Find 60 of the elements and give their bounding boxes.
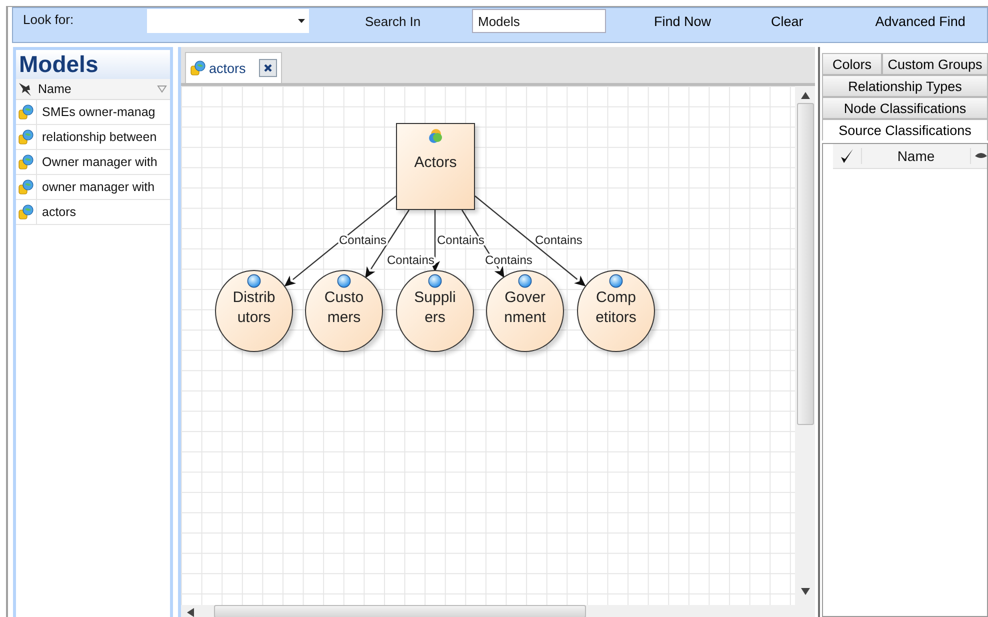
tab-label[interactable]: actors: [209, 60, 246, 76]
toolbar-button[interactable]: Find Now: [654, 14, 712, 29]
scrollbar-thumb[interactable]: [796, 103, 814, 425]
circle-node[interactable]: Custo mers: [305, 270, 383, 352]
model-list-item[interactable]: Owner manager with: [16, 150, 170, 175]
node-label: Suppli ers: [414, 288, 456, 328]
column-header[interactable]: Name: [861, 148, 971, 164]
filter-icon[interactable]: [157, 84, 167, 94]
model-list-item[interactable]: SMEs owner-manag: [16, 100, 170, 125]
circle-node[interactable]: Comp etitors: [577, 270, 655, 352]
column-header[interactable]: Name: [16, 79, 170, 100]
model-icon: [18, 179, 34, 195]
scrollbar-thumb[interactable]: [214, 605, 586, 617]
orb-icon: [609, 274, 623, 288]
node-label: Comp etitors: [596, 288, 636, 328]
model-list-item[interactable]: relationship between: [16, 125, 170, 150]
close-icon[interactable]: [258, 59, 277, 77]
checkmark-icon[interactable]: [839, 148, 855, 164]
edge-label: Contains: [535, 233, 582, 247]
panel-title: Models: [16, 50, 170, 79]
model-icon: [18, 129, 34, 145]
orb-icon: [518, 274, 532, 288]
panel-tab[interactable]: Custom Groups: [882, 53, 988, 75]
panel-tab[interactable]: Colors: [822, 53, 882, 75]
model-icon: [18, 104, 34, 120]
eye-icon[interactable]: [975, 151, 987, 161]
orb-icon: [337, 274, 351, 288]
pin-icon[interactable]: [16, 81, 34, 97]
model-list-item[interactable]: owner manager with: [16, 175, 170, 200]
model-list-item[interactable]: actors: [16, 200, 170, 225]
scroll-down-icon[interactable]: [800, 588, 810, 595]
look-for-label: Look for:: [23, 12, 75, 27]
dropdown-caret-icon[interactable]: [298, 19, 305, 23]
model-icon: [190, 60, 206, 76]
edge-label: Contains: [387, 253, 434, 267]
node-label: Distrib utors: [232, 288, 276, 328]
group-icon: [428, 128, 444, 144]
toolbar-button[interactable]: Clear: [771, 14, 804, 29]
circle-node[interactable]: Gover nment: [486, 270, 564, 352]
circle-node[interactable]: Suppli ers: [396, 270, 474, 352]
orb-icon: [247, 274, 261, 288]
search-in-label: Search In: [365, 14, 421, 29]
node-label: Custo mers: [324, 288, 364, 328]
scroll-left-icon[interactable]: [187, 608, 194, 617]
panel-tab[interactable]: Source Classifications: [822, 119, 988, 141]
node-label: Actors: [414, 153, 457, 173]
search-scope-field[interactable]: Models: [472, 9, 606, 33]
document-tab[interactable]: actors: [185, 52, 282, 83]
panel-tab[interactable]: Node Classifications: [822, 97, 988, 119]
box-node[interactable]: Actors: [396, 123, 475, 210]
toolbar-button[interactable]: Advanced Find: [875, 14, 966, 29]
circle-node[interactable]: Distrib utors: [215, 270, 293, 352]
panel-tab[interactable]: Relationship Types: [822, 75, 988, 97]
model-icon: [18, 204, 34, 220]
edge-label: Contains: [339, 233, 386, 247]
orb-icon: [428, 274, 442, 288]
look-for-field[interactable]: [147, 9, 309, 33]
model-icon: [18, 154, 34, 170]
node-label: Gover nment: [504, 288, 546, 328]
scroll-up-icon[interactable]: [800, 92, 810, 99]
